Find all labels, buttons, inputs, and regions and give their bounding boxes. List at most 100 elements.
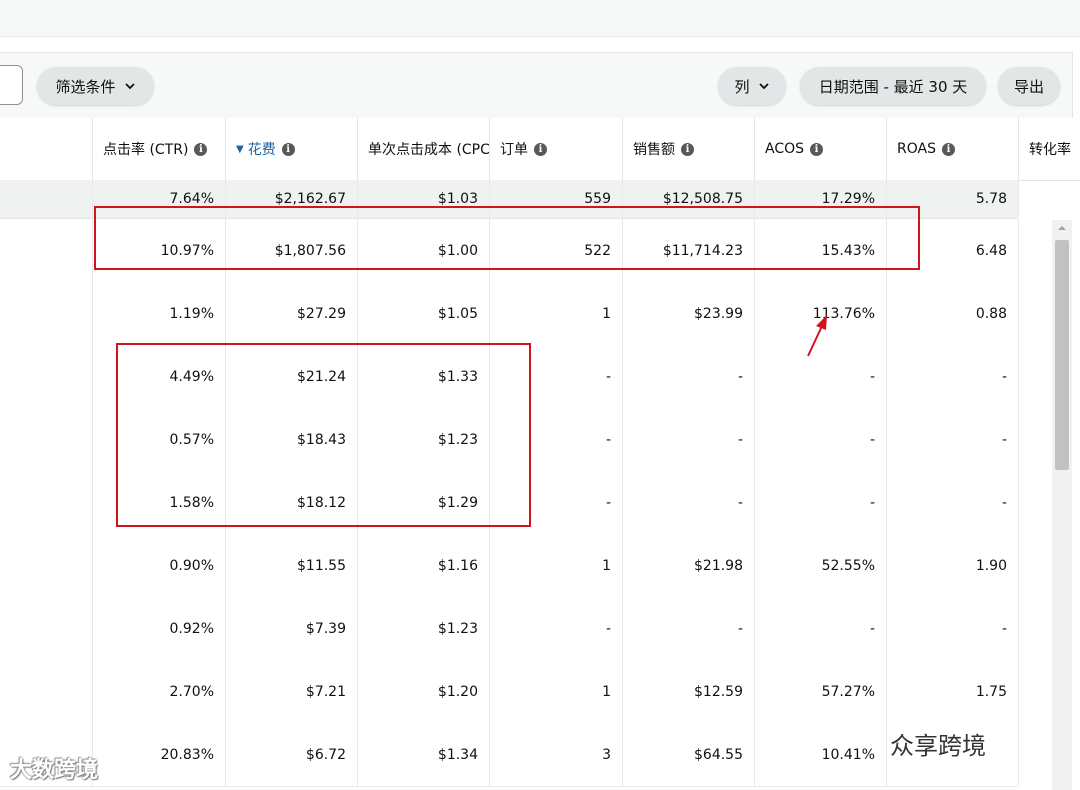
table-row[interactable]: 0.57% $18.43 $1.23 - - - - xyxy=(0,408,1019,472)
cell-value: - xyxy=(869,494,875,511)
cell-spend: $6.72 xyxy=(225,723,357,786)
column-header-ctr[interactable]: 点击率 (CTR) i xyxy=(92,118,225,180)
cell-value: $11,714.23 xyxy=(662,242,743,259)
cell-acos: - xyxy=(754,597,886,660)
data-table: 点击率 (CTR) i ▼ 花费 i 单次点击成本 (CPC) 订单 i 销售额 i AC… xyxy=(0,118,1080,790)
cell-value: $18.43 xyxy=(297,431,346,448)
cell-acos: - xyxy=(754,408,886,471)
cell-ctr: 0.57% xyxy=(92,408,225,471)
cell-value: $18.12 xyxy=(297,494,346,511)
row-lead-cell xyxy=(0,282,92,345)
column-header-sales[interactable]: 销售额 i xyxy=(622,118,754,180)
column-header-spend[interactable]: ▼ 花费 i xyxy=(225,118,357,180)
cell-roas: - xyxy=(886,345,1018,408)
date-range-button[interactable]: 日期范围 - 最近 30 天 xyxy=(800,67,986,105)
cell-spend: $11.55 xyxy=(225,534,357,597)
cell-value: 0.90% xyxy=(169,557,214,574)
filter-button[interactable]: 筛选条件 xyxy=(37,67,154,105)
cell-value: - xyxy=(869,431,875,448)
cell-value: $1.00 xyxy=(437,242,478,259)
info-icon[interactable]: i xyxy=(941,142,955,156)
cell-value: $6.72 xyxy=(305,746,346,763)
cell-orders: - xyxy=(489,597,622,660)
table-row[interactable]: 10.97% $1,807.56 $1.00 522 $11,714.23 15.43% 6… xyxy=(0,219,1019,283)
cell-roas: - xyxy=(886,408,1018,471)
cell-ctr: 20.83% xyxy=(92,723,225,786)
cell-cpc: $1.05 xyxy=(357,282,489,345)
cell-sales: - xyxy=(622,597,754,660)
info-icon[interactable]: i xyxy=(681,142,694,156)
table-row[interactable]: 20.83% $6.72 $1.34 3 $64.55 10.41% xyxy=(0,723,1019,787)
cell-cpc: $1.29 xyxy=(357,471,489,534)
info-icon[interactable]: i xyxy=(534,142,547,156)
column-label: 花费 xyxy=(247,142,276,158)
columns-button[interactable]: 列 xyxy=(718,67,786,105)
cell-value: 57.27% xyxy=(821,683,875,700)
table-row[interactable]: 0.90% $11.55 $1.16 1 $21.98 52.55% 1.90 xyxy=(0,534,1019,598)
cell-spend: $18.43 xyxy=(225,408,357,471)
info-icon[interactable]: i xyxy=(810,142,824,156)
cell-ctr: 0.92% xyxy=(92,597,225,660)
table-row[interactable]: 1.19% $27.29 $1.05 1 $23.99 113.76% 0.88 xyxy=(0,282,1019,346)
cell-orders: 1 xyxy=(489,534,622,597)
cell-sales: $23.99 xyxy=(622,282,754,345)
cell-sales: $11,714.23 xyxy=(622,219,754,282)
cell-ctr: 1.19% xyxy=(92,282,225,345)
column-label: 单次点击成本 (CPC) xyxy=(368,142,489,158)
info-icon[interactable]: i xyxy=(281,142,295,156)
row-lead-cell xyxy=(0,597,92,660)
cell-orders: - xyxy=(489,471,622,534)
table-row[interactable]: 0.92% $7.39 $1.23 - - - - xyxy=(0,597,1019,661)
cell-value: - xyxy=(737,620,743,637)
cell-sales: $21.98 xyxy=(622,534,754,597)
cell-roas: - xyxy=(886,471,1018,534)
column-header-cpc[interactable]: 单次点击成本 (CPC) xyxy=(357,118,489,180)
cell-value: - xyxy=(605,431,611,448)
table-row[interactable]: 2.70% $7.21 $1.20 1 $12.59 57.27% 1.75 xyxy=(0,660,1019,724)
cell-value: - xyxy=(605,620,611,637)
info-icon[interactable]: i xyxy=(194,142,208,156)
cell-cpc: $1.20 xyxy=(357,660,489,723)
table-header: 点击率 (CTR) i ▼ 花费 i 单次点击成本 (CPC) 订单 i 销售额 i AC… xyxy=(0,118,1080,181)
column-label: 订单 xyxy=(500,142,528,158)
scroll-up-icon[interactable] xyxy=(1056,222,1068,234)
cell-sales: $12,508.75 xyxy=(622,180,754,218)
row-lead-cell xyxy=(0,180,92,218)
cell-value: $7.21 xyxy=(305,683,346,700)
scrollbar-thumb[interactable] xyxy=(1055,240,1069,470)
column-label: ROAS xyxy=(897,141,936,157)
table-row[interactable]: 1.58% $18.12 $1.29 - - - - xyxy=(0,471,1019,535)
search-input[interactable] xyxy=(0,65,23,105)
cell-sales: $64.55 xyxy=(622,723,754,786)
column-header-acos[interactable]: ACOS i xyxy=(754,118,886,180)
cell-ctr: 2.70% xyxy=(92,660,225,723)
cell-value: 4.49% xyxy=(169,368,214,385)
chevron-down-icon xyxy=(124,83,135,90)
cell-value: $12,508.75 xyxy=(662,191,743,207)
cell-value: - xyxy=(1001,620,1007,637)
cell-value: - xyxy=(869,620,875,637)
cell-ctr: 4.49% xyxy=(92,345,225,408)
column-header-conversion[interactable]: 转化率 xyxy=(1018,118,1080,180)
cell-value: $1.23 xyxy=(437,431,478,448)
cell-value: $7.39 xyxy=(305,620,346,637)
cell-roas: 1.90 xyxy=(886,534,1018,597)
sort-desc-icon: ▼ xyxy=(236,143,244,155)
cell-acos: - xyxy=(754,471,886,534)
cell-value: 6.48 xyxy=(975,242,1007,259)
table-row[interactable]: 4.49% $21.24 $1.33 - - - - xyxy=(0,345,1019,409)
cell-sales: - xyxy=(622,345,754,408)
cell-cpc: $1.34 xyxy=(357,723,489,786)
column-header-roas[interactable]: ROAS i xyxy=(886,118,1018,180)
columns-button-label: 列 xyxy=(734,77,750,96)
cell-ctr: 7.64% xyxy=(92,180,225,218)
column-header-orders[interactable]: 订单 i xyxy=(489,118,622,180)
cell-value: - xyxy=(605,494,611,511)
cell-acos: 57.27% xyxy=(754,660,886,723)
cell-spend: $7.21 xyxy=(225,660,357,723)
cell-value: - xyxy=(605,368,611,385)
cell-value: $11.55 xyxy=(297,557,346,574)
cell-orders: 559 xyxy=(489,180,622,218)
cell-roas: 5.78 xyxy=(886,180,1018,218)
export-button[interactable]: 导出 xyxy=(998,67,1060,105)
